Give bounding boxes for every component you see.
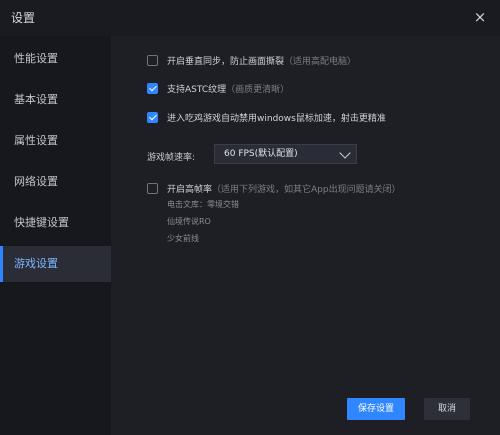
high-fps-label: 开启高帧率	[167, 184, 213, 195]
fps-select[interactable]: 60 FPS(默认配置)	[214, 144, 357, 164]
astc-label: 支持ASTC纹理	[167, 84, 227, 95]
sidebar-item-properties[interactable]: 属性设置	[0, 123, 111, 159]
sidebar: 性能设置 基本设置 属性设置 网络设置 快捷键设置 游戏设置	[0, 36, 111, 435]
vsync-checkbox[interactable]	[147, 54, 158, 66]
window-title: 设置	[11, 11, 36, 25]
fps-label: 游戏帧速率:	[147, 153, 196, 163]
vsync-label: 开启垂直同步，防止画面撕裂	[167, 56, 285, 67]
vsync-option: 开启垂直同步，防止画面撕裂 （适用高配电脑）	[147, 52, 356, 68]
sidebar-item-shortcuts[interactable]: 快捷键设置	[0, 205, 111, 241]
cancel-button[interactable]: 取消	[424, 398, 470, 420]
high-fps-option: 开启高帧率 （适用下列游戏，如其它App出现问题请关闭）	[147, 180, 401, 196]
sidebar-item-basic[interactable]: 基本设置	[0, 82, 111, 118]
mouse-accel-label: 进入吃鸡游戏自动禁用windows鼠标加速，射击更精准	[167, 113, 386, 124]
supported-game: 仙境传说RO	[167, 217, 211, 226]
supported-game: 电击文库：零境交错	[167, 200, 239, 209]
mouse-accel-checkbox[interactable]	[147, 111, 158, 123]
sidebar-item-network[interactable]: 网络设置	[0, 164, 111, 200]
astc-note: （画质更清晰）	[226, 84, 290, 95]
settings-panel: 开启垂直同步，防止画面撕裂 （适用高配电脑） 支持ASTC纹理 （画质更清晰） …	[111, 36, 500, 435]
save-button[interactable]: 保存设置	[347, 398, 405, 420]
astc-checkbox[interactable]	[147, 82, 158, 94]
vsync-note: （适用高配电脑）	[284, 56, 357, 67]
astc-option: 支持ASTC纹理 （画质更清晰）	[147, 80, 289, 96]
mouse-accel-option: 进入吃鸡游戏自动禁用windows鼠标加速，射击更精准	[147, 109, 386, 125]
sidebar-item-performance[interactable]: 性能设置	[0, 41, 111, 77]
high-fps-checkbox[interactable]	[147, 182, 158, 194]
close-icon[interactable]: ×	[472, 9, 488, 25]
supported-game: 少女前线	[167, 234, 199, 243]
sidebar-item-game[interactable]: 游戏设置	[0, 246, 111, 282]
high-fps-note: （适用下列游戏，如其它App出现问题请关闭）	[212, 184, 401, 195]
title-bar: 设置 ×	[0, 0, 500, 36]
fps-select-value: 60 FPS(默认配置)	[224, 149, 298, 159]
chevron-down-icon	[339, 147, 351, 159]
